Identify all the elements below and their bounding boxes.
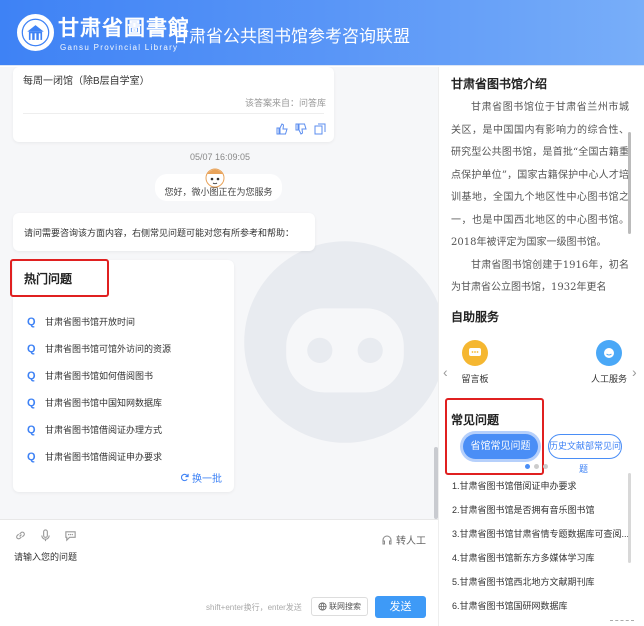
tab-provincial-faq[interactable]: 省馆常见问题 [463,434,538,459]
thumbs-up-icon[interactable] [276,123,288,135]
chevron-right-icon[interactable]: › [632,364,637,380]
self-service-title: 自助服务 [451,310,500,324]
logo-chinese-name: 甘肃省圖書館 [58,15,190,40]
answer-actions [276,123,326,135]
transfer-human-label: 转人工 [396,536,426,547]
faq-item[interactable]: 2.甘肃省图书馆是否拥有音乐图书馆 [452,498,642,522]
question-label: 甘肃省图书馆借阅证办理方式 [45,425,163,435]
prompt-message: 请问需要咨询该方面内容，右侧常见问题可能对您有所参考和帮助： [13,213,315,251]
message-board-button[interactable]: 留言板 [455,340,495,385]
hot-questions-list: Q 甘肃省图书馆开放时间 Q 甘肃省图书馆可馆外访问的资源 Q 甘肃省图书馆如何借阅图… [27,308,171,470]
human-service-label: 人工服务 [590,374,627,384]
assistant-avatar-icon [205,168,225,188]
web-search-button[interactable]: 联网搜索 [311,597,368,616]
q-icon: Q [27,450,36,463]
chevron-left-icon[interactable]: ‹ [443,364,448,380]
refresh-icon [180,473,189,482]
link-icon[interactable] [14,529,27,542]
question-label: 甘肃省图书馆可馆外访问的资源 [45,344,172,354]
faq-item[interactable]: 4.甘肃省图书馆新东方多媒体学习库 [452,546,642,570]
message-board-label: 留言板 [461,374,489,384]
carousel-dot[interactable] [534,464,539,469]
message-board-icon [462,340,488,366]
hot-questions-title: 热门问题 [24,272,73,286]
carousel-dots [525,464,548,469]
intro-paragraph: 甘肃省图书馆创建于1916年，初名为甘肃省公立图书馆，1932年更名 [451,259,629,294]
question-label: 甘肃省图书馆开放时间 [45,317,136,327]
globe-icon [318,602,327,611]
previous-answer-card: 每周一闭馆（除B层自学室） 该答案来自：问答库 [13,67,334,142]
emoji-icon[interactable] [64,529,77,542]
refresh-label: 换一批 [192,474,222,485]
question-label: 甘肃省图书馆如何借阅图书 [45,371,154,381]
page-title: 甘肃省公共图书馆参考咨询联盟 [172,27,410,46]
q-icon: Q [27,423,36,436]
faq-list: 1.甘肃省图书馆借阅证申办要求 2.甘肃省图书馆是否拥有音乐图书馆 3.甘肃省图… [452,474,642,618]
microphone-icon[interactable] [39,529,52,542]
chat-panel[interactable]: 每周一闭馆（除B层自学室） 该答案来自：问答库 05/07 16:09:05 您… [0,67,438,519]
intro-title: 甘肃省图书馆介绍 [451,77,548,91]
q-icon: Q [27,369,36,382]
answer-text: 每周一闭馆（除B层自学室） [23,76,150,87]
copy-icon[interactable] [314,123,326,135]
headset-icon [382,535,392,544]
prompt-text: 请问需要咨询该方面内容，右侧常见问题可能对您有所参考和帮助： [24,228,295,238]
hot-question-item[interactable]: Q 甘肃省图书馆借阅证申办要求 [27,443,171,470]
message-timestamp: 05/07 16:09:05 [190,152,251,162]
hot-questions-card: 热门问题 Q 甘肃省图书馆开放时间 Q 甘肃省图书馆可馆外访问的资源 Q 甘肃省图书馆… [10,259,234,492]
hot-question-item[interactable]: Q 甘肃省图书馆如何借阅图书 [27,362,171,389]
transfer-human-button[interactable]: 转人工 [381,532,426,547]
faq-item[interactable]: 5.甘肃省图书馆西北地方文献期刊库 [452,570,642,594]
thumbs-down-icon[interactable] [295,123,307,135]
q-icon: Q [27,342,36,355]
divider [610,620,634,621]
intro-paragraph: 甘肃省图书馆位于甘肃省兰州市城关区，是中国国内有影响力的综合性、研究型公共图书馆… [451,102,629,248]
library-logo-icon [17,14,54,51]
divider [23,113,324,114]
faq-item[interactable]: 3.甘肃省图书馆甘肃省情专题数据库可查阅... [452,522,642,546]
faq-item[interactable]: 1.甘肃省图书馆借阅证申办要求 [452,474,642,498]
send-button[interactable]: 发送 [375,596,426,618]
faq-scrollbar[interactable] [628,473,631,563]
faq-item[interactable]: 6.甘肃省图书馆国研网数据库 [452,594,642,618]
keyboard-hint: shift+enter换行，enter发送 [206,603,302,612]
logo-english-name: Gansu Provincial Library [60,43,179,52]
answer-source: 该答案来自：问答库 [244,98,326,108]
library-intro: 甘肃省图书馆位于甘肃省兰州市城关区，是中国国内有影响力的综合性、研究型公共图书馆… [451,97,629,302]
tab-historical-docs-faq[interactable]: 历史文献部常见问 [548,434,622,459]
hot-question-item[interactable]: Q 甘肃省图书馆借阅证办理方式 [27,416,171,443]
carousel-dot[interactable] [543,464,548,469]
carousel-dot[interactable] [525,464,530,469]
hot-question-item[interactable]: Q 甘肃省图书馆开放时间 [27,308,171,335]
message-composer: 转人工 请输入您的问题 shift+enter换行，enter发送 联网搜索 发… [0,519,438,626]
faq-title: 常见问题 [451,413,500,427]
composer-tools [14,529,77,542]
human-service-button[interactable]: 人工服务 [589,340,629,385]
intro-scrollbar[interactable] [628,132,631,234]
question-label: 甘肃省图书馆中国知网数据库 [45,398,163,408]
hot-question-item[interactable]: Q 甘肃省图书馆中国知网数据库 [27,389,171,416]
app-header: 甘肃省圖書館 Gansu Provincial Library 甘肃省公共图书馆… [0,0,644,66]
q-icon: Q [27,396,36,409]
robot-watermark-icon [244,241,438,443]
human-service-icon [596,340,622,366]
web-search-label: 联网搜索 [329,602,361,611]
info-sidebar: 甘肃省图书馆介绍 甘肃省图书馆位于甘肃省兰州市城关区，是中国国内有影响力的综合性… [438,67,644,626]
refresh-button[interactable]: 换一批 [180,470,222,485]
message-input[interactable]: 请输入您的问题 [14,550,77,563]
question-label: 甘肃省图书馆借阅证申办要求 [45,452,163,462]
q-icon: Q [27,315,36,328]
hot-question-item[interactable]: Q 甘肃省图书馆可馆外访问的资源 [27,335,171,362]
